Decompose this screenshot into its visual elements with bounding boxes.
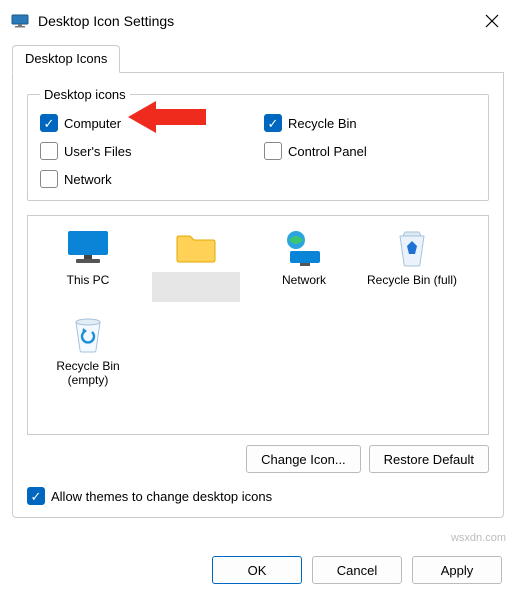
checkbox-label: User's Files [64, 144, 132, 159]
icon-preview-area: This PC [27, 215, 489, 435]
restore-default-button[interactable]: Restore Default [369, 445, 489, 473]
icon-item-recycle-full[interactable]: Recycle Bin (full) [360, 224, 464, 306]
checkbox-label: Allow themes to change desktop icons [51, 489, 272, 504]
checkbox-network[interactable]: Network [40, 170, 252, 188]
tab-desktop-icons[interactable]: Desktop Icons [12, 45, 120, 73]
app-icon [10, 11, 30, 31]
monitor-icon [64, 228, 112, 268]
checkbox-label: Network [64, 172, 112, 187]
checkbox-label: Control Panel [288, 144, 367, 159]
checkbox-box [40, 170, 58, 188]
icon-label: Recycle Bin (empty) [38, 358, 138, 389]
recycle-bin-empty-icon [64, 314, 112, 354]
close-button[interactable] [478, 7, 506, 35]
dialog-content: Desktop Icons Desktop icons ✓ Computer ✓… [0, 40, 516, 526]
checkbox-box: ✓ [40, 114, 58, 132]
checkbox-box [264, 142, 282, 160]
watermark-text: wsxdn.com [451, 532, 506, 544]
apply-button[interactable]: Apply [412, 556, 502, 584]
icon-item-recycle-empty[interactable]: Recycle Bin (empty) [36, 310, 140, 393]
checkbox-allow-themes[interactable]: ✓ Allow themes to change desktop icons [27, 487, 489, 505]
group-legend: Desktop icons [40, 87, 130, 102]
icon-buttons-row: Change Icon... Restore Default [27, 445, 489, 473]
checkbox-computer[interactable]: ✓ Computer [40, 114, 252, 132]
recycle-bin-full-icon [388, 228, 436, 268]
folder-icon [172, 228, 220, 268]
checkbox-label: Computer [64, 116, 121, 131]
checkbox-grid: ✓ Computer ✓ Recycle Bin User's Files Co… [40, 114, 476, 188]
checkbox-control-panel[interactable]: Control Panel [264, 142, 476, 160]
titlebar: Desktop Icon Settings [0, 0, 516, 40]
checkbox-label: Recycle Bin [288, 116, 357, 131]
ok-button[interactable]: OK [212, 556, 302, 584]
icon-label: Network [274, 272, 334, 288]
icon-label: This PC [58, 272, 118, 288]
cancel-button[interactable]: Cancel [312, 556, 402, 584]
checkbox-box: ✓ [27, 487, 45, 505]
checkbox-users-files[interactable]: User's Files [40, 142, 252, 160]
icon-grid: This PC [36, 224, 480, 393]
tabstrip: Desktop Icons [12, 44, 504, 73]
icon-label-redacted [152, 272, 240, 302]
network-icon [280, 228, 328, 268]
icon-label: Recycle Bin (full) [364, 272, 460, 288]
window-title: Desktop Icon Settings [38, 13, 478, 29]
checkbox-box: ✓ [264, 114, 282, 132]
tab-panel: Desktop icons ✓ Computer ✓ Recycle Bin U… [12, 73, 504, 518]
icon-item-this-pc[interactable]: This PC [36, 224, 140, 306]
checkbox-recycle-bin[interactable]: ✓ Recycle Bin [264, 114, 476, 132]
close-icon [485, 14, 499, 28]
dialog-footer: OK Cancel Apply [212, 556, 502, 584]
change-icon-button[interactable]: Change Icon... [246, 445, 361, 473]
desktop-icons-group: Desktop icons ✓ Computer ✓ Recycle Bin U… [27, 87, 489, 201]
icon-item-network[interactable]: Network [252, 224, 356, 306]
checkbox-box [40, 142, 58, 160]
icon-item-folder[interactable] [144, 224, 248, 306]
